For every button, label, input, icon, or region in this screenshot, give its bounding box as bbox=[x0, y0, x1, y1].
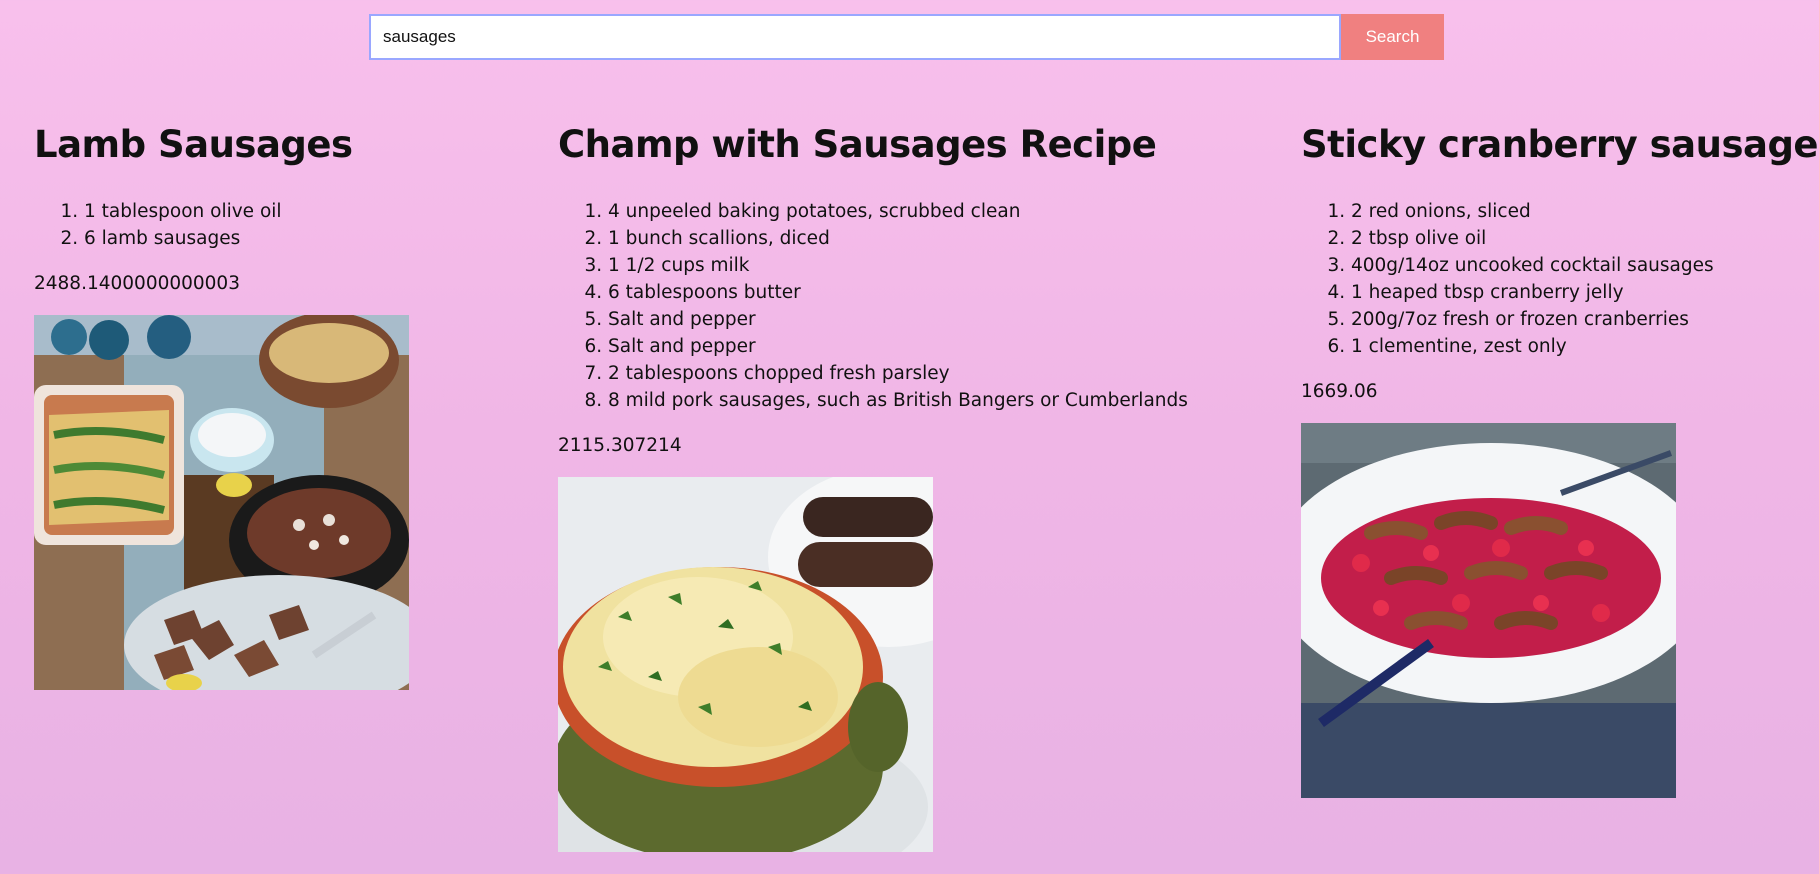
recipe-card: Lamb Sausages 1 tablespoon olive oil 6 l… bbox=[34, 100, 534, 690]
ingredient-item: 6 tablespoons butter bbox=[608, 279, 1278, 306]
ingredient-list: 2 red onions, sliced 2 tbsp olive oil 40… bbox=[1301, 198, 1811, 360]
ingredient-list: 4 unpeeled baking potatoes, scrubbed cle… bbox=[558, 198, 1278, 414]
ingredient-item: 4 unpeeled baking potatoes, scrubbed cle… bbox=[608, 198, 1278, 225]
recipe-image-champ bbox=[558, 477, 933, 852]
ingredient-item: 2 tbsp olive oil bbox=[1351, 225, 1811, 252]
ingredient-item: 1 tablespoon olive oil bbox=[84, 198, 534, 225]
recipe-image-cranberry-sausages bbox=[1301, 423, 1676, 798]
ingredient-item: 400g/14oz uncooked cocktail sausages bbox=[1351, 252, 1811, 279]
ingredient-item: Salt and pepper bbox=[608, 333, 1278, 360]
recipe-image-lamb-sausages bbox=[34, 315, 409, 690]
calories-value: 2488.1400000000003 bbox=[34, 273, 240, 294]
recipe-title: Champ with Sausages Recipe bbox=[558, 123, 1157, 166]
recipe-card: Sticky cranberry sausages 2 red onions, … bbox=[1301, 100, 1819, 798]
ingredient-item: 1 bunch scallions, diced bbox=[608, 225, 1278, 252]
ingredient-list: 1 tablespoon olive oil 6 lamb sausages bbox=[34, 198, 534, 252]
search-button[interactable]: Search bbox=[1341, 14, 1444, 60]
ingredient-item: 200g/7oz fresh or frozen cranberries bbox=[1351, 306, 1811, 333]
ingredient-item: 1 1/2 cups milk bbox=[608, 252, 1278, 279]
search-input[interactable] bbox=[369, 14, 1341, 60]
ingredient-item: 6 lamb sausages bbox=[84, 225, 534, 252]
calories-value: 2115.307214 bbox=[558, 435, 682, 456]
ingredient-item: 2 tablespoons chopped fresh parsley bbox=[608, 360, 1278, 387]
search-bar: Search bbox=[369, 14, 1444, 60]
recipe-title: Lamb Sausages bbox=[34, 123, 353, 166]
ingredient-item: Salt and pepper bbox=[608, 306, 1278, 333]
recipe-card: Champ with Sausages Recipe 4 unpeeled ba… bbox=[558, 100, 1278, 852]
ingredient-item: 1 clementine, zest only bbox=[1351, 333, 1811, 360]
ingredient-item: 8 mild pork sausages, such as British Ba… bbox=[608, 387, 1278, 414]
calories-value: 1669.06 bbox=[1301, 381, 1378, 402]
ingredient-item: 2 red onions, sliced bbox=[1351, 198, 1811, 225]
recipe-title: Sticky cranberry sausages bbox=[1301, 123, 1819, 166]
ingredient-item: 1 heaped tbsp cranberry jelly bbox=[1351, 279, 1811, 306]
